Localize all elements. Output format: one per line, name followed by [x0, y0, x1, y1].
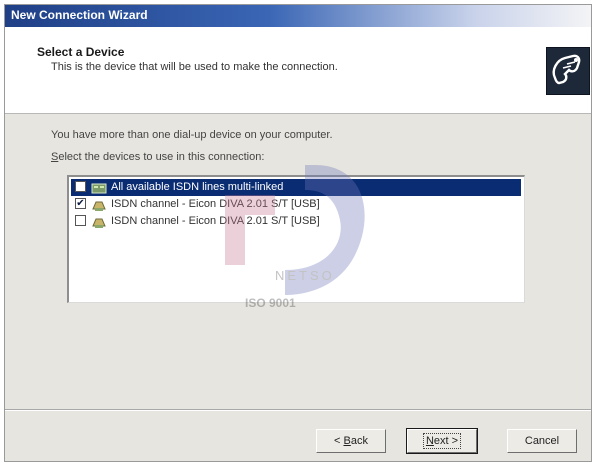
device-label: ISDN channel - Eicon DIVA 2.01 S/T [USB]	[111, 198, 320, 210]
back-label-rest: ack	[350, 435, 368, 447]
device-checkbox-isdn-1[interactable]: ✔	[75, 198, 86, 209]
next-mnemonic: N	[425, 435, 434, 447]
page-subtitle: This is the device that will be used to …	[51, 61, 338, 73]
device-list[interactable]: All available ISDN lines multi-linked ✔ …	[67, 175, 525, 303]
device-checkbox-multilink[interactable]	[75, 181, 86, 192]
select-label-rest: elect the devices to use in this connect…	[58, 151, 265, 163]
isdn-device-icon	[91, 197, 107, 211]
isdn-device-icon	[91, 214, 107, 228]
next-button[interactable]: Next >	[406, 428, 478, 454]
cancel-button[interactable]: Cancel	[507, 429, 577, 453]
device-checkbox-isdn-2[interactable]	[75, 215, 86, 226]
device-label: ISDN channel - Eicon DIVA 2.01 S/T [USB]	[111, 215, 320, 227]
back-button[interactable]: < Back	[316, 429, 386, 453]
device-label: All available ISDN lines multi-linked	[111, 181, 284, 193]
new-connection-wizard-window: New Connection Wizard Select a Device Th…	[4, 4, 592, 462]
next-label-rest: ext >	[433, 435, 459, 447]
device-row-isdn-1[interactable]: ✔ ISDN channel - Eicon DIVA 2.01 S/T [US…	[71, 196, 521, 213]
device-row-multilink[interactable]: All available ISDN lines multi-linked	[71, 179, 521, 196]
window-title: New Connection Wizard	[11, 8, 148, 22]
wizard-header: Select a Device This is the device that …	[5, 27, 591, 114]
back-mnemonic: B	[343, 435, 351, 447]
select-devices-label: Select the devices to use in this connec…	[51, 151, 264, 163]
modem-icon	[546, 47, 590, 95]
page-title: Select a Device	[37, 45, 125, 59]
button-separator	[5, 409, 591, 411]
intro-text: You have more than one dial-up device on…	[51, 129, 333, 141]
title-bar[interactable]: New Connection Wizard	[5, 5, 591, 27]
isdn-lines-icon	[91, 180, 107, 194]
cancel-label: Cancel	[524, 435, 560, 447]
device-row-isdn-2[interactable]: ISDN channel - Eicon DIVA 2.01 S/T [USB]	[71, 213, 521, 230]
back-arrow: <	[334, 435, 344, 447]
